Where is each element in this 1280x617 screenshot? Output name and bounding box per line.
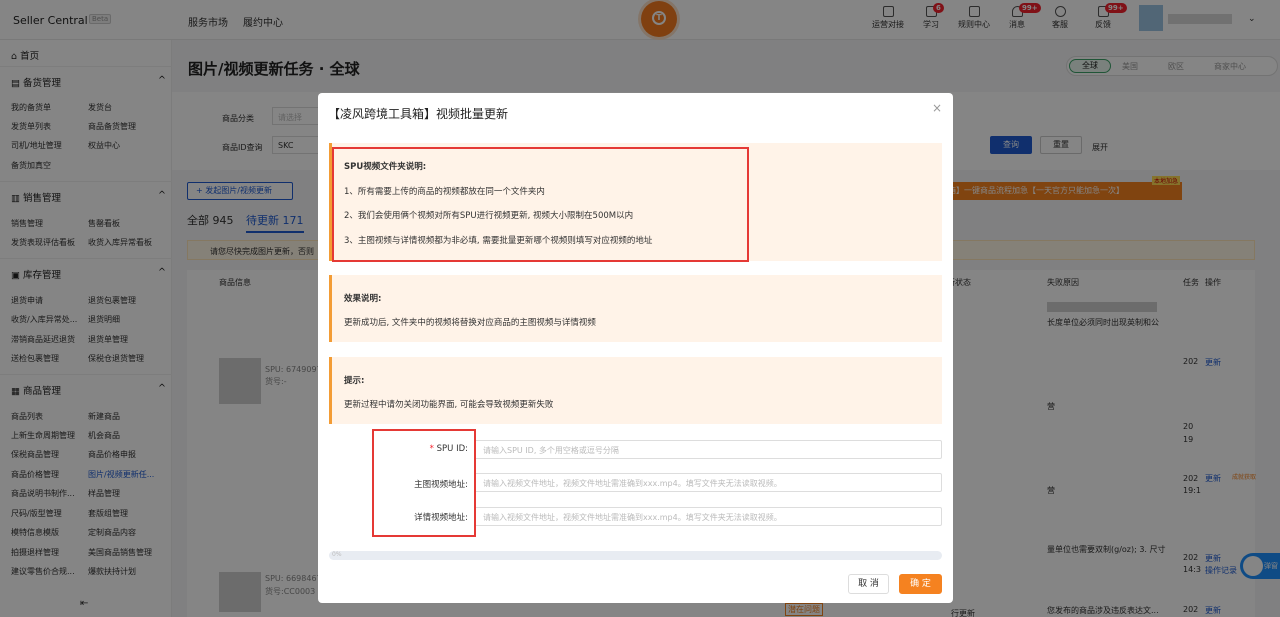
progress-bar: 0% — [329, 551, 942, 560]
highlight-box-fields — [372, 429, 476, 537]
main-video-url-input[interactable]: 请输入视频文件地址，视频文件地址需准确到xxx.mp4。填写文件夹无法读取视频。 — [474, 473, 942, 492]
tip-line: 更新过程中请勿关闭功能界面, 可能会导致视频更新失败 — [344, 400, 554, 410]
effect-box-heading: 效果说明: — [344, 294, 382, 304]
highlight-box-instructions — [332, 147, 749, 262]
close-icon[interactable]: × — [932, 101, 942, 115]
tip-box: 提示: 更新过程中请勿关闭功能界面, 可能会导致视频更新失败 — [329, 357, 942, 424]
confirm-button[interactable]: 确 定 — [899, 574, 942, 594]
spu-id-input[interactable]: 请输入SPU ID, 多个用空格或逗号分隔 — [474, 440, 942, 459]
progress-text: 0% — [332, 551, 342, 558]
detail-video-url-input[interactable]: 请输入视频文件地址，视频文件地址需准确到xxx.mp4。填写文件夹无法读取视频。 — [474, 507, 942, 526]
effect-line: 更新成功后, 文件夹中的视频将替换对应商品的主图视频与详情视频 — [344, 318, 596, 328]
effect-description: 效果说明: 更新成功后, 文件夹中的视频将替换对应商品的主图视频与详情视频 — [329, 275, 942, 342]
video-batch-update-modal: 【凌风跨境工具箱】视频批量更新 × SPU视频文件夹说明: 1、所有需要上传的商… — [318, 93, 953, 603]
tip-box-heading: 提示: — [344, 376, 365, 386]
cancel-button[interactable]: 取 消 — [848, 574, 889, 594]
modal-title: 【凌风跨境工具箱】视频批量更新 — [328, 107, 509, 121]
